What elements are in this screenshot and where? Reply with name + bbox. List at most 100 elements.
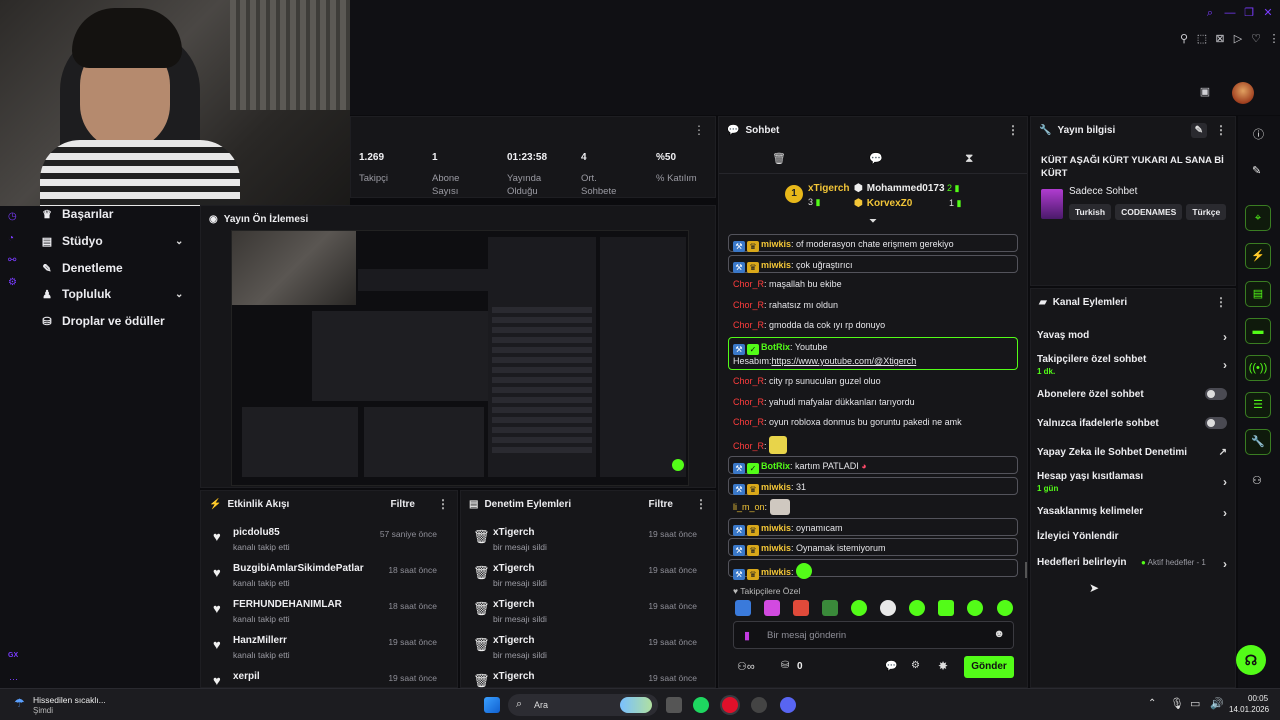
chat-message[interactable]: Chor_R: rahatsız mı oldun <box>733 299 1023 311</box>
goals-row[interactable]: Hedefleri belirleyin ● Aktif hedefler - 1… <box>1037 557 1227 571</box>
rail-button-scan[interactable]: ⌖ <box>1245 205 1271 231</box>
rail-button-list[interactable]: ☰ <box>1245 392 1271 418</box>
chat-icon[interactable]: 💬 <box>885 661 897 672</box>
chat-message[interactable]: Chor_R: maşallah bu ekibe <box>733 278 1023 290</box>
emote-icon[interactable] <box>793 600 809 616</box>
more-icon[interactable]: ⋮ <box>437 497 449 511</box>
clock-time[interactable]: 00:05 <box>1248 694 1268 703</box>
gear-icon[interactable]: ⚙ <box>911 660 920 671</box>
hourglass-icon[interactable]: ⧗ <box>965 151 973 166</box>
emote-icon[interactable] <box>938 600 954 616</box>
emote-icon[interactable] <box>851 600 867 616</box>
mic-icon[interactable]: ▮ <box>744 629 750 642</box>
minimize-icon[interactable]: — <box>1224 7 1236 19</box>
spotify-icon[interactable] <box>693 697 709 713</box>
search-icon[interactable]: ⌕ <box>1204 7 1216 19</box>
more-icon[interactable]: ⋮ <box>1007 123 1019 137</box>
modlog-filter[interactable]: Filtre <box>649 499 673 510</box>
nav-studio[interactable]: ▤ Stüdyo ⌄ <box>40 234 184 248</box>
chat-input[interactable]: ▮ Bir mesaj gönderin ☻ <box>733 621 1014 649</box>
emote-icon[interactable] <box>909 600 925 616</box>
chat-message[interactable]: ⚒ ♛ miwkis: <box>728 559 1018 580</box>
link-icon[interactable]: ⚯ <box>8 250 17 272</box>
windows-start-icon[interactable] <box>484 697 500 713</box>
list-item[interactable]: 🗑 xTigerch bir mesajı sildi 19 saat önce <box>461 523 709 559</box>
clock-date[interactable]: 14.01.2026 <box>1229 705 1269 714</box>
list-item[interactable]: 🗑 xTigerch bir mesajı sildi 19 saat önce <box>461 595 709 631</box>
play-icon[interactable]: ▷ <box>1232 33 1244 45</box>
settings-icon[interactable]: ✸ <box>938 659 948 673</box>
emote-only-row[interactable]: Yalnızca ifadelerle sohbet <box>1037 417 1227 429</box>
emote-icon[interactable] <box>880 600 896 616</box>
network-icon[interactable]: ▭ <box>1190 697 1200 710</box>
list-item[interactable]: 🗑 xTigerch bir mesajı sildi 19 saat önce <box>461 631 709 667</box>
volume-icon[interactable]: 🔊 <box>1210 697 1224 710</box>
list-item[interactable]: ♥ picdolu85 kanalı takip etti 57 saniye önc… <box>201 523 449 559</box>
list-item[interactable]: ♥ HanzMillerr kanalı takip etti 19 saat önc… <box>201 631 449 667</box>
emoji-picker-icon[interactable]: ☻ <box>993 628 1005 640</box>
nav-community[interactable]: ♟ Topluluk ⌄ <box>40 287 183 301</box>
send-button[interactable]: Gönder <box>964 656 1014 678</box>
maximize-icon[interactable]: ❐ <box>1243 7 1255 19</box>
nav-achievements[interactable]: ♛ Başarılar <box>40 207 113 221</box>
chat-message-bot[interactable]: ⚒ ✓ BotRix: Youtube Hesabım:https://www.you… <box>728 337 1018 370</box>
list-item[interactable]: ♥ BuzgibiAmlarSikimdePatlar kanalı takip e… <box>201 559 449 595</box>
theatre-icon[interactable]: ▣ <box>1198 86 1212 98</box>
tag[interactable]: CODENAMES <box>1115 204 1183 220</box>
emote-icon[interactable] <box>735 600 751 616</box>
events-filter[interactable]: Filtre <box>391 499 415 510</box>
more-icon[interactable]: ⋮ <box>695 497 707 511</box>
info-icon[interactable]: ⓘ <box>1253 126 1264 142</box>
edit-icon[interactable]: ✎ <box>1252 164 1261 177</box>
collapse-icon[interactable]: ⏷ <box>869 216 877 227</box>
chat-message[interactable]: ⚒ ♛ miwkis: of moderasyon chate erişmem ge… <box>728 234 1018 252</box>
more-icon[interactable]: ⋯ <box>9 674 18 685</box>
clock-icon[interactable]: ◷ <box>8 206 17 228</box>
rail-button-chat[interactable]: ▬ <box>1245 318 1271 344</box>
rail-button-wrench[interactable]: 🔧 <box>1245 429 1271 455</box>
category-thumbnail[interactable] <box>1041 189 1063 219</box>
chat-message[interactable]: Chor_R: yahudi mafyalar dükkanları tarıy… <box>733 396 1023 408</box>
shield-icon[interactable]: ⊠ <box>1214 33 1226 45</box>
stream-preview[interactable] <box>231 230 689 486</box>
chat-message[interactable]: Chor_R: gmodda da cok ıyı rp donuyo <box>733 319 1023 331</box>
emote-icon[interactable] <box>764 600 780 616</box>
list-item[interactable]: 🗑 xTigerch bir mesajı sildi 19 saat önce <box>461 559 709 595</box>
category-name[interactable]: Sadece Sohbet <box>1069 186 1137 197</box>
nav-drops[interactable]: ⛁ Droplar ve ödüller <box>40 314 164 328</box>
chat-message[interactable]: ⚒ ♛ miwkis: oynamıcam <box>728 518 1018 536</box>
chat-message[interactable]: Chor_R: city rp sunucuları guzel oluo <box>733 375 1023 387</box>
users-icon[interactable]: ⚇ <box>1252 474 1262 487</box>
rail-button-broadcast[interactable]: ((•)) <box>1245 355 1271 381</box>
timer-icon[interactable]: ◔ <box>8 228 17 250</box>
more-icon[interactable]: ⋮ <box>1215 295 1227 309</box>
chat-message[interactable]: Chor_R: oyun robloxa donmus bu goruntu p… <box>733 416 1023 428</box>
list-item[interactable]: ♥ FERHUNDEHANIMLAR kanalı takip etti 18 saa… <box>201 595 449 631</box>
youtube-link[interactable]: https://www.youtube.com/@Xtigerch <box>772 356 917 366</box>
trash-icon[interactable]: 🗑 <box>772 152 786 165</box>
settings-icon[interactable]: ⚙ <box>8 272 17 294</box>
slow-mode-row[interactable]: Yavaş mod › <box>1037 330 1227 344</box>
nav-moderation[interactable]: ✎ Denetleme <box>40 261 122 275</box>
chat-message[interactable]: ⚒ ♛ miwkis: 31 <box>728 477 1018 495</box>
screenshot-icon[interactable]: ⬚ <box>1196 33 1208 45</box>
opera-gx-icon[interactable] <box>722 697 738 713</box>
rail-button-bolt[interactable]: ⚡ <box>1245 243 1271 269</box>
leader-name[interactable]: ⬢ Mohammed0173 <box>854 183 945 194</box>
chat-message[interactable]: li_m_on: <box>733 499 1023 515</box>
chat-message[interactable]: ⚒ ♛ miwkis: Oynamak istemiyorum <box>728 538 1018 556</box>
avatar[interactable] <box>1232 82 1254 104</box>
tag[interactable]: Türkçe <box>1186 204 1227 220</box>
more-icon[interactable]: ⋮ <box>1268 33 1280 45</box>
scrollbar[interactable] <box>1025 562 1027 578</box>
list-item[interactable]: ♥ xerpil 19 saat önce <box>201 667 449 688</box>
taskbar-search[interactable]: ⌕ Ara <box>508 694 658 716</box>
emote-icon[interactable] <box>997 600 1013 616</box>
followers-only-row[interactable]: Takipçilere özel sohbet 1 dk. › <box>1037 354 1227 376</box>
chat-message[interactable]: Chor_R: <box>733 436 1023 454</box>
list-item[interactable]: 🗑 xTigerch 19 saat önce <box>461 667 709 688</box>
leader-name[interactable]: xTigerch <box>808 183 850 194</box>
rail-button-doc[interactable]: ▤ <box>1245 281 1271 307</box>
users-icon[interactable]: ⚇∞ <box>737 660 755 673</box>
ai-moderation-row[interactable]: Yapay Zeka ile Sohbet Denetimi ↗ <box>1037 447 1227 458</box>
